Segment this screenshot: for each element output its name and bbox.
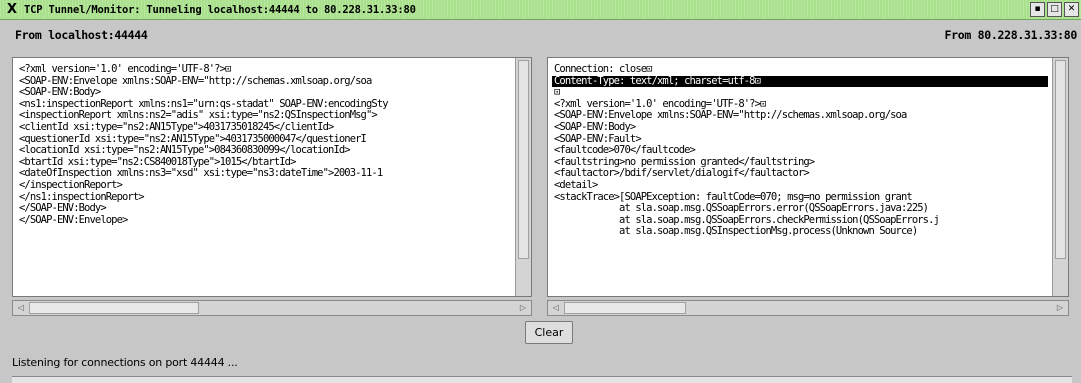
response-vertical-scrollbar[interactable]: [1052, 58, 1068, 296]
response-horizontal-scroll-thumb[interactable]: [564, 302, 686, 314]
selected-text-line: Content-Type: text/xml; charset=utf-8⊡: [552, 75, 1048, 88]
response-horizontal-scrollbar[interactable]: ◁ ▷: [547, 300, 1069, 316]
text-line: <clientId xsi:type="ns2:AN15Type">403173…: [19, 120, 334, 133]
text-line: at sla.soap.msg.QSInspectionMsg.process(…: [554, 225, 918, 238]
left-pane-header: From localhost:44444: [15, 28, 148, 42]
request-text-area[interactable]: <?xml version='1.0' encoding='UTF-8'?>⊡ <…: [12, 57, 532, 297]
response-text[interactable]: Connection: close⊡ Content-Type: text/xml…: [548, 58, 1052, 296]
request-vertical-scrollbar[interactable]: [515, 58, 531, 296]
window-controls: ▪ □ ✕: [1030, 2, 1079, 17]
request-vertical-scroll-thumb[interactable]: [518, 60, 529, 259]
minimize-button[interactable]: ▪: [1030, 2, 1045, 17]
scroll-right-arrow-icon[interactable]: ▷: [1053, 302, 1067, 314]
text-line: <SOAP-ENV:Body>: [554, 120, 636, 133]
maximize-button[interactable]: □: [1047, 2, 1062, 17]
scroll-right-arrow-icon[interactable]: ▷: [516, 302, 530, 314]
pane-headers: From localhost:44444 From 80.228.31.33:8…: [0, 20, 1081, 50]
text-line: </inspectionReport>: [19, 178, 123, 191]
status-message: Listening for connections on port 44444 …: [12, 356, 238, 369]
title-bar[interactable]: X TCP Tunnel/Monitor: Tunneling localhos…: [0, 0, 1081, 20]
text-line: <detail>: [554, 178, 598, 191]
request-text[interactable]: <?xml version='1.0' encoding='UTF-8'?>⊡ <…: [13, 58, 515, 296]
text-line: <locationId xsi:type="ns2:AN15Type">0843…: [19, 144, 351, 157]
bottom-scrollbar[interactable]: [12, 376, 1072, 383]
text-line: </SOAP-ENV:Envelope>: [19, 213, 128, 226]
text-line: Connection: close⊡: [554, 63, 652, 75]
close-button[interactable]: ✕: [1064, 2, 1079, 17]
window-title: TCP Tunnel/Monitor: Tunneling localhost:…: [24, 3, 416, 16]
clear-button[interactable]: Clear: [525, 321, 573, 344]
request-horizontal-scroll-thumb[interactable]: [29, 302, 199, 314]
response-vertical-scroll-thumb[interactable]: [1055, 60, 1066, 259]
text-line: <?xml version='1.0' encoding='UTF-8'?>⊡: [19, 63, 231, 75]
text-line: </SOAP-ENV:Body>: [19, 202, 107, 215]
text-line: at sla.soap.msg.QSSoapErrors.error(QSSoa…: [554, 202, 929, 215]
text-line: <faultcode>070</faultcode>: [554, 144, 696, 157]
scroll-left-arrow-icon[interactable]: ◁: [14, 302, 28, 314]
right-pane-header: From 80.228.31.33:80: [944, 28, 1078, 42]
text-line: <faultactor>/bdif/servlet/dialogif</faul…: [554, 167, 810, 180]
request-horizontal-scrollbar[interactable]: ◁ ▷: [12, 300, 532, 316]
response-text-area[interactable]: Connection: close⊡ Content-Type: text/xml…: [547, 57, 1069, 297]
app-icon[interactable]: X: [0, 0, 24, 20]
scroll-left-arrow-icon[interactable]: ◁: [549, 302, 563, 314]
